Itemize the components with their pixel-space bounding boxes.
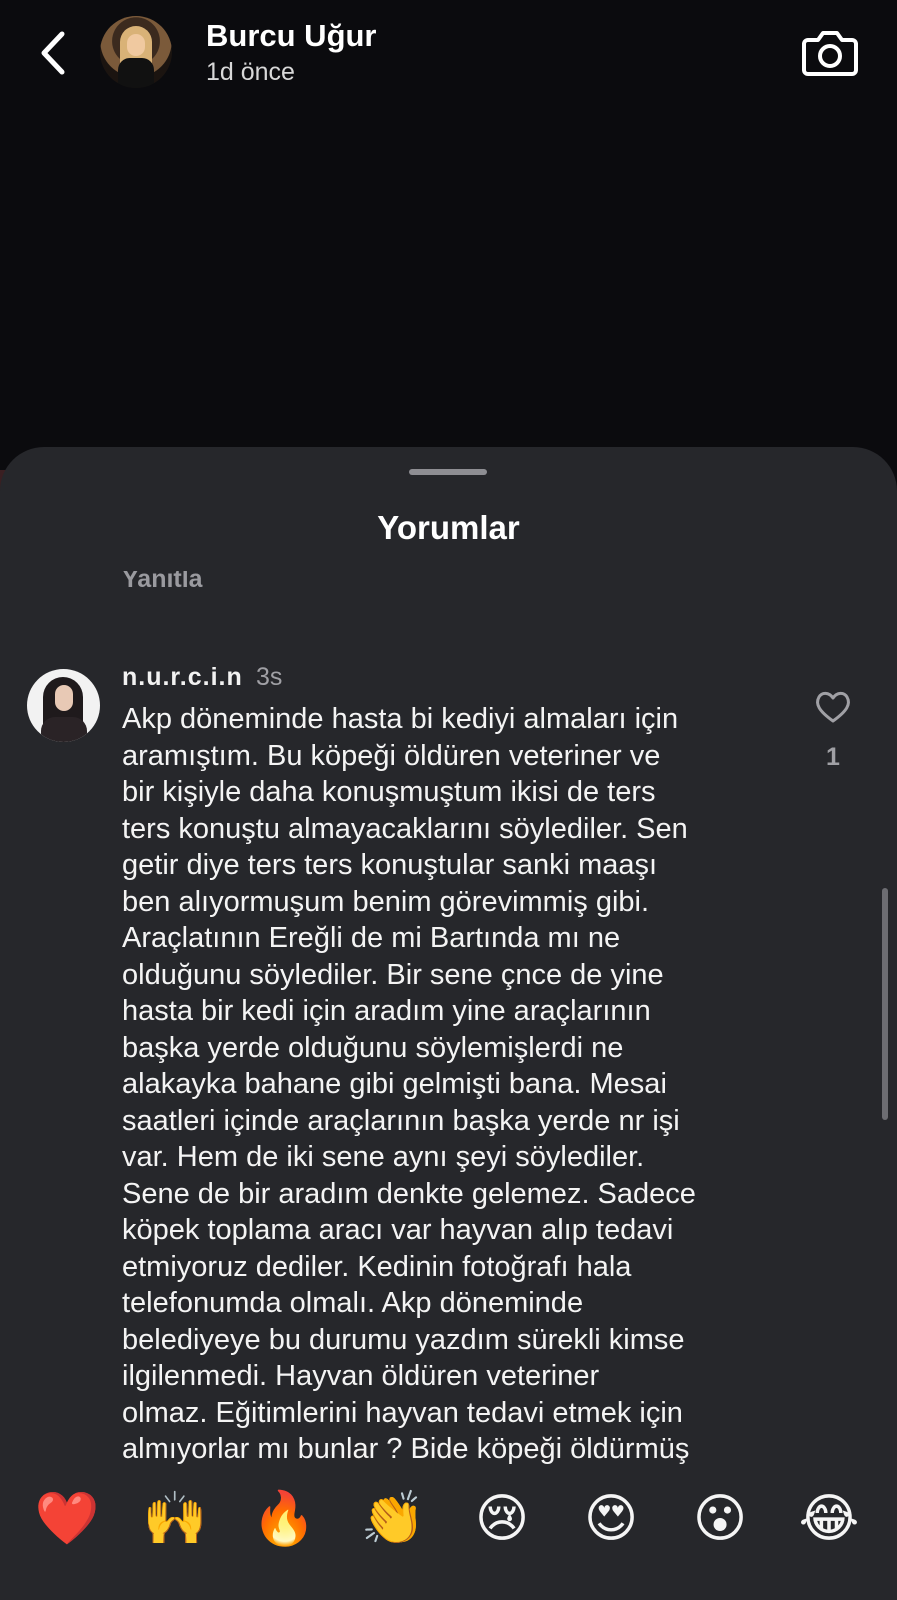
camera-icon [802, 31, 858, 76]
comment-time: 3s [256, 663, 283, 691]
comment-text: Akp döneminde hasta bi kediyi almaları i… [122, 703, 696, 1465]
story-comments-screen: Burcu Uğur 1d önce Yorumlar Yanıtla n.u.… [0, 0, 897, 1600]
reaction-crying-face[interactable]: 😢 [467, 1484, 537, 1554]
back-icon [41, 31, 65, 75]
story-user-name[interactable]: Burcu Uğur [206, 18, 377, 54]
sheet-grabber[interactable] [409, 469, 487, 475]
reaction-heart-eyes[interactable]: 😍 [576, 1484, 646, 1554]
previous-reply-button[interactable]: Yanıtla [122, 571, 203, 594]
reaction-bar: ❤️ 🙌 🔥 👏 😢 😍 😮 😂 [0, 1470, 897, 1600]
reaction-red-heart[interactable]: ❤️ [32, 1484, 102, 1554]
back-button[interactable] [34, 28, 74, 78]
comment-avatar[interactable] [27, 669, 100, 742]
like-button[interactable] [813, 687, 853, 727]
heart-outline-icon [816, 691, 850, 723]
sheet-title: Yorumlar [377, 509, 520, 546]
camera-button[interactable] [800, 22, 860, 82]
reaction-raising-hands[interactable]: 🙌 [140, 1484, 210, 1554]
story-header: Burcu Uğur 1d önce [0, 0, 897, 110]
comment-username[interactable]: n.u.r.c.i.n [122, 663, 243, 692]
scrollbar[interactable] [882, 888, 888, 1120]
reaction-fire[interactable]: 🔥 [249, 1484, 319, 1554]
story-avatar[interactable] [100, 16, 172, 88]
reaction-tears-of-joy[interactable]: 😂 [794, 1484, 864, 1554]
like-count: 1 [826, 743, 840, 771]
reaction-surprised-face[interactable]: 😮 [685, 1484, 755, 1554]
story-time: 1d önce [206, 58, 295, 86]
reaction-clapping-hands[interactable]: 👏 [358, 1484, 428, 1554]
comments-sheet: Yorumlar Yanıtla n.u.r.c.i.n 3s Akp döne… [0, 447, 897, 1600]
